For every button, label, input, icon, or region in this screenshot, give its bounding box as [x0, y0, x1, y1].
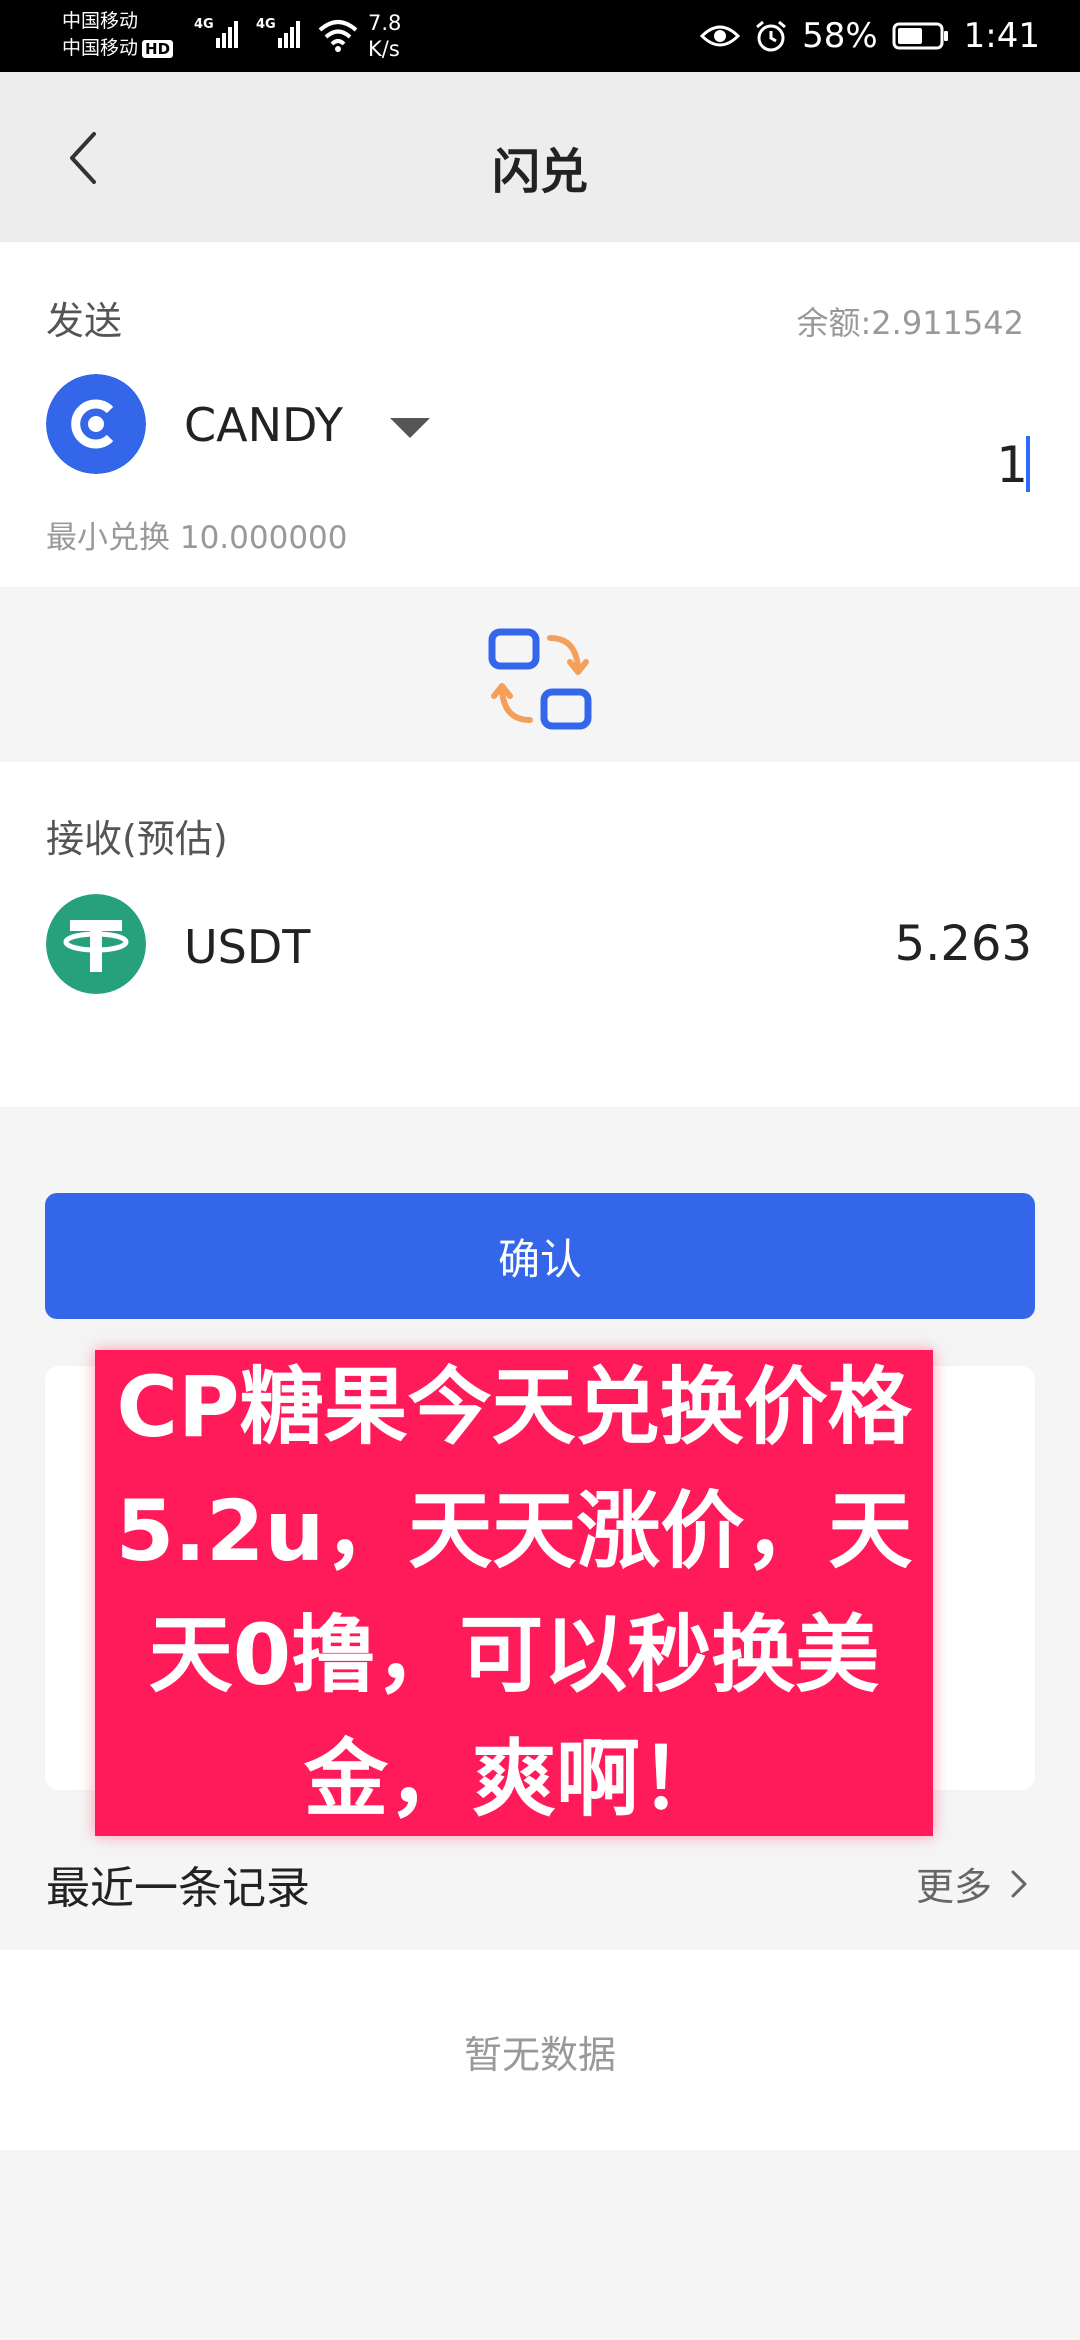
promo-overlay-text: CP糖果今天兑换价格5.2u，天天涨价，天天0撸，可以秒换美金，爽啊！ [95, 1350, 933, 1836]
empty-state-text: 暂无数据 [463, 2033, 616, 2077]
speed-unit: K/s [368, 37, 400, 61]
balance-text: 余额:2.911542 [796, 304, 1024, 342]
carrier-info: 中国移动 中国移动 HD [62, 8, 174, 62]
battery-icon [892, 22, 948, 50]
alarm-icon [756, 20, 787, 52]
carrier-1: 中国移动 [62, 10, 139, 32]
swap-direction-icon[interactable] [488, 628, 592, 732]
receive-coin-name: USDT [184, 920, 311, 974]
net-type-2: 4G [256, 17, 276, 32]
net-type-1: 4G [194, 17, 214, 32]
battery-percent: 58% [802, 16, 878, 56]
page-title: 闪兑 [491, 144, 588, 200]
candy-coin-icon[interactable] [46, 374, 146, 474]
text-cursor [1026, 436, 1030, 492]
carrier-2: 中国移动 [62, 37, 139, 59]
confirm-button[interactable]: 确认 [45, 1193, 1035, 1319]
clock-time: 1:41 [963, 16, 1040, 56]
status-bar: 中国移动 中国移动 HD 4G 4G 7.8 K/s 58% 1:41 [0, 0, 1080, 72]
status-right: 58% 1:41 [700, 0, 1040, 72]
network-speed: 7.8 K/s [368, 10, 401, 62]
speed-value: 7.8 [368, 11, 402, 35]
send-coin-selector[interactable]: CANDY [184, 398, 343, 452]
wifi-icon [318, 20, 358, 52]
send-label: 发送 [46, 299, 123, 343]
receive-label: 接收(预估) [46, 817, 228, 861]
eye-icon [700, 25, 741, 47]
more-label: 更多 [915, 1865, 992, 1909]
dropdown-caret-icon[interactable] [390, 418, 430, 438]
hd-badge: HD [142, 40, 174, 58]
more-link[interactable]: 更多 [916, 1856, 1028, 1911]
usdt-coin-icon [46, 894, 146, 994]
recent-record-title: 最近一条记录 [46, 1863, 310, 1914]
send-amount-input[interactable]: 1 [996, 436, 1028, 494]
min-exchange-text: 最小兑换 10.000000 [46, 520, 348, 556]
chevron-right-icon [1011, 1870, 1027, 1897]
receive-amount: 5.263 [894, 916, 1032, 972]
